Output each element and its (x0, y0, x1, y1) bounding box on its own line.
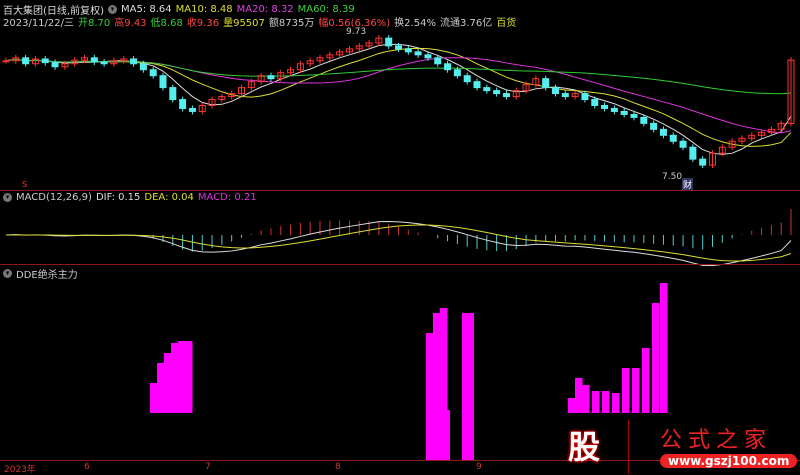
ma60-line (5, 58, 792, 95)
s-marker: S (22, 180, 28, 189)
candle-body (188, 107, 196, 112)
macd-header: ▾ MACD(12,26,9) DIF: 0.15 DEA: 0.04 MACD… (3, 192, 257, 203)
candle-body (100, 61, 108, 65)
dde-bar (185, 341, 193, 413)
dropdown-icon[interactable]: ▾ (3, 269, 12, 278)
high-label: 9.73 (346, 27, 367, 37)
dde-bar (150, 383, 158, 413)
candle-body (51, 62, 59, 68)
macd-title: MACD(12,26,9) (16, 192, 92, 203)
candle-body (610, 107, 618, 112)
candle-body (463, 75, 471, 83)
axis-label: 8 (335, 462, 341, 472)
candle-body (659, 128, 667, 136)
candle-body (620, 110, 628, 115)
dde-bar (652, 303, 660, 413)
divider (0, 264, 800, 265)
dde-bar (433, 313, 441, 413)
candle-body (267, 75, 275, 80)
dde-bar (632, 368, 640, 413)
candle-body (22, 57, 30, 65)
candle-body (453, 69, 461, 77)
chart-canvas[interactable] (0, 0, 800, 474)
dde-bar (164, 353, 172, 413)
candle-body (169, 87, 177, 101)
dde-bar (568, 398, 576, 413)
candle-body (601, 105, 609, 109)
axis-label: 7 (205, 462, 211, 472)
candle-body (385, 37, 393, 47)
macd-dea: DEA: 0.04 (144, 192, 194, 203)
candle-body (159, 75, 167, 89)
divider (0, 190, 800, 191)
dde-bar (660, 283, 668, 413)
candle-body (581, 93, 589, 101)
dde-bar (171, 343, 179, 413)
axis-label: 9 (476, 462, 482, 472)
candle-body (434, 57, 442, 65)
candle-body (424, 54, 432, 59)
candle-body (41, 58, 49, 64)
dde-bar (178, 341, 186, 413)
candle-body (542, 78, 550, 89)
dde-bar (426, 410, 450, 460)
candle-body (473, 81, 481, 89)
candle-body (149, 69, 157, 77)
candle-body (552, 87, 559, 95)
candle-body (679, 140, 687, 148)
dde-bar (582, 385, 590, 413)
dde-bar (575, 378, 583, 413)
candle-body (414, 51, 422, 56)
watermark-logo: 股 公式之家 www.gszj100.com (560, 420, 800, 474)
candle-body (699, 158, 707, 166)
dropdown-icon[interactable]: ▾ (3, 193, 12, 202)
macd-dif: DIF: 0.15 (95, 192, 141, 203)
candle-body (689, 146, 697, 160)
candle-body (2, 60, 10, 63)
candle-body (591, 99, 599, 106)
dde-header: ▾ DDE绝杀主力 (3, 266, 78, 281)
dde-bar (462, 313, 474, 460)
candle-body (483, 87, 491, 92)
candle-body (404, 48, 412, 53)
macd-value: MACD: 0.21 (197, 192, 257, 203)
candle-body (669, 134, 677, 142)
candle-body (630, 113, 638, 118)
candle-body (179, 99, 187, 109)
candle-body (444, 63, 452, 71)
candle-body (139, 63, 147, 71)
dde-bar (602, 391, 610, 413)
candle-body (130, 58, 138, 65)
dde-bar (440, 308, 448, 413)
dde-bar (426, 333, 434, 413)
dde-bar (612, 393, 620, 413)
candle-body (90, 57, 98, 63)
candle-body (395, 45, 402, 50)
candle-body (640, 116, 648, 124)
low-label: 7.50 (662, 172, 683, 182)
dde-bar (157, 363, 165, 413)
axis-label: 2023年 (4, 465, 36, 475)
dde-bar (642, 348, 650, 413)
candle-body (650, 122, 658, 130)
candle-body (502, 93, 510, 98)
dde-title: DDE绝杀主力 (16, 270, 78, 281)
logo-char: 股 (568, 428, 601, 466)
dde-bar (622, 368, 630, 413)
logo-url: www.gszj100.com (660, 454, 798, 468)
logo-name: 公式之家 (660, 428, 773, 453)
candle-body (561, 93, 569, 98)
candle-body (493, 90, 501, 95)
axis-label: 6 (84, 462, 90, 472)
dde-bar (592, 391, 600, 413)
